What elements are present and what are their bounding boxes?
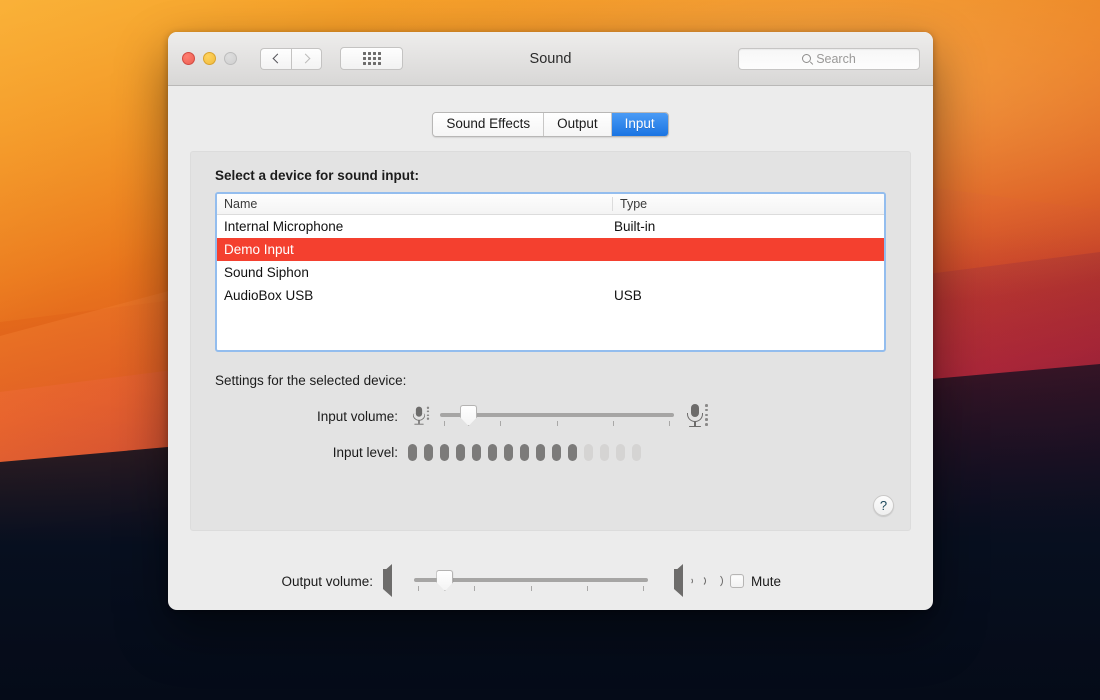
navigation-buttons — [260, 48, 322, 70]
table-header-row: Name Type — [217, 194, 884, 215]
device-name: Sound Siphon — [217, 265, 613, 280]
slider-ticks — [414, 586, 648, 591]
level-segment — [552, 444, 561, 461]
level-segment — [616, 444, 625, 461]
table-row[interactable]: Internal Microphone Built-in — [217, 215, 884, 238]
speaker-mute-icon — [383, 572, 392, 590]
microphone-quiet-icon — [410, 405, 427, 427]
level-segment — [456, 444, 465, 461]
show-all-preferences-button[interactable] — [340, 47, 403, 70]
level-segment — [568, 444, 577, 461]
level-segment — [472, 444, 481, 461]
tab-sound-effects[interactable]: Sound Effects — [433, 113, 544, 136]
level-segment — [424, 444, 433, 461]
minimize-button[interactable] — [203, 52, 216, 65]
tabs-group: Sound Effects Output Input — [432, 112, 668, 137]
output-volume-label: Output volume: — [168, 574, 383, 589]
device-type: Built-in — [613, 219, 884, 234]
column-header-type[interactable]: Type — [613, 197, 884, 211]
mute-checkbox[interactable] — [730, 574, 744, 588]
input-level-meter — [408, 444, 641, 461]
zoom-button — [224, 52, 237, 65]
device-type: USB — [613, 288, 884, 303]
table-row-selected[interactable]: Demo Input — [217, 238, 884, 261]
desktop-wallpaper: Sound Search Sound Effects Output Input … — [0, 0, 1100, 700]
input-level-row: Input level: — [215, 444, 886, 461]
speaker-loud-icon — [674, 572, 704, 590]
table-row[interactable]: AudioBox USB USB — [217, 284, 884, 307]
output-volume-row: Output volume: Mute — [168, 567, 933, 595]
level-segment — [520, 444, 529, 461]
window-titlebar: Sound Search — [168, 32, 933, 86]
close-button[interactable] — [182, 52, 195, 65]
input-volume-row: Input volume: — [215, 402, 886, 430]
device-name: Internal Microphone — [217, 219, 613, 234]
level-segment — [408, 444, 417, 461]
back-button[interactable] — [260, 48, 291, 70]
table-row[interactable]: Sound Siphon — [217, 261, 884, 284]
select-device-label: Select a device for sound input: — [215, 168, 886, 183]
level-segment — [600, 444, 609, 461]
level-segment — [584, 444, 593, 461]
tab-input[interactable]: Input — [612, 113, 668, 136]
traffic-lights — [182, 52, 237, 65]
level-segment — [632, 444, 641, 461]
input-volume-slider[interactable] — [440, 402, 674, 430]
device-name: Demo Input — [217, 242, 613, 257]
microphone-loud-icon — [684, 402, 706, 430]
device-name: AudioBox USB — [217, 288, 613, 303]
settings-for-device-label: Settings for the selected device: — [215, 373, 886, 388]
device-table[interactable]: Name Type Internal Microphone Built-in D… — [215, 192, 886, 352]
slider-ticks — [440, 421, 674, 426]
level-segment — [488, 444, 497, 461]
tab-output[interactable]: Output — [544, 113, 612, 136]
level-segment — [504, 444, 513, 461]
sound-preferences-window: Sound Search Sound Effects Output Input … — [168, 32, 933, 610]
level-segment — [440, 444, 449, 461]
tab-bar: Sound Effects Output Input — [168, 112, 933, 137]
level-segment — [536, 444, 545, 461]
global-output-section: Output volume: Mute Show vo — [168, 531, 933, 610]
help-button[interactable]: ? — [873, 495, 894, 516]
search-input[interactable]: Search — [738, 48, 920, 70]
output-volume-slider[interactable] — [414, 567, 648, 595]
forward-button — [291, 48, 322, 70]
search-placeholder: Search — [816, 52, 856, 66]
search-icon — [802, 54, 811, 63]
chevron-right-icon — [301, 54, 311, 64]
input-level-label: Input level: — [215, 445, 408, 460]
input-settings-panel: Select a device for sound input: Name Ty… — [190, 151, 911, 531]
input-volume-label: Input volume: — [215, 409, 408, 424]
mute-label: Mute — [751, 574, 781, 589]
chevron-left-icon — [272, 54, 282, 64]
column-header-name[interactable]: Name — [217, 197, 613, 211]
grid-icon — [363, 52, 381, 65]
